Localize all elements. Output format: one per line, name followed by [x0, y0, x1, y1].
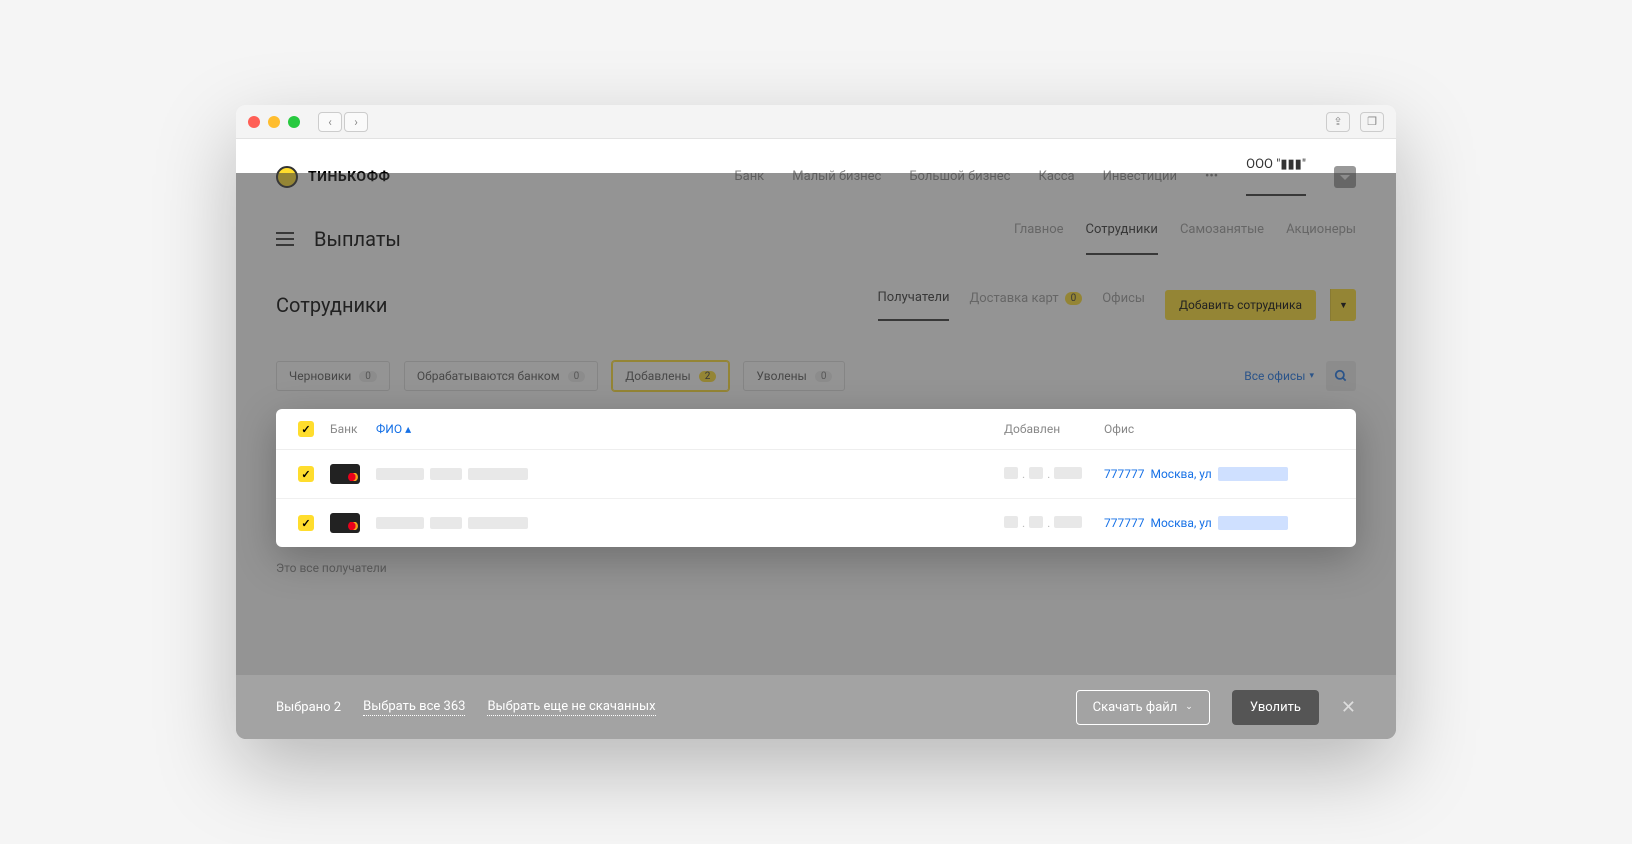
sub-tabs: Получатели Доставка карт 0 Офисы Добавит…: [878, 289, 1356, 321]
delivery-badge: 0: [1065, 292, 1083, 305]
filter-row: Черновики 0 Обрабатываются банком 0 Доба…: [236, 321, 1396, 409]
search-button[interactable]: [1326, 361, 1356, 391]
tabs-icon[interactable]: ❐: [1360, 112, 1384, 132]
select-all-checkbox[interactable]: ✓: [298, 421, 314, 437]
nav-kassa[interactable]: Касса: [1038, 169, 1074, 184]
bulk-action-bar: Выбрано 2 Выбрать все 363 Выбрать еще не…: [236, 675, 1396, 739]
chip-processing[interactable]: Обрабатываются банком 0: [404, 361, 598, 391]
nav-big-biz[interactable]: Большой бизнес: [909, 169, 1010, 184]
table-row[interactable]: ✓ .. 777777 Москва, ул: [276, 450, 1356, 499]
tab-offices[interactable]: Офисы: [1102, 291, 1145, 320]
subnav-selfemployed[interactable]: Самозанятые: [1180, 222, 1264, 255]
nav-more[interactable]: •••: [1205, 169, 1218, 184]
sort-asc-icon: ▴: [405, 422, 411, 436]
table-row[interactable]: ✓ .. 777777 Москва, ул: [276, 499, 1356, 547]
brand-name: ТИНЬКОФФ: [308, 169, 390, 185]
close-window-icon[interactable]: [248, 116, 260, 128]
select-not-downloaded-link[interactable]: Выбрать еще не скачанных: [487, 699, 655, 716]
nav-small-biz[interactable]: Малый бизнес: [792, 169, 881, 184]
minimize-window-icon[interactable]: [268, 116, 280, 128]
add-employee-button[interactable]: Добавить сотрудника: [1165, 290, 1316, 320]
close-icon[interactable]: ✕: [1341, 697, 1356, 718]
traffic-lights: [248, 116, 300, 128]
card-icon: [330, 464, 360, 484]
end-of-list: Это все получатели: [236, 547, 1396, 589]
employees-table: ✓ Банк ФИО ▴ Добавлен Офис ✓ ..: [276, 409, 1356, 547]
profile-avatar[interactable]: [1334, 166, 1356, 188]
add-employee-dropdown[interactable]: ▼: [1330, 289, 1356, 321]
cell-name: [376, 517, 1004, 529]
chip-fired[interactable]: Уволены 0: [743, 361, 845, 391]
nav-invest[interactable]: Инвестиции: [1103, 169, 1177, 184]
table-header: ✓ Банк ФИО ▴ Добавлен Офис: [276, 409, 1356, 450]
office-filter-dropdown[interactable]: Все офисы ▾: [1244, 369, 1314, 383]
selected-count: Выбрано 2: [276, 700, 341, 715]
cell-office[interactable]: 777777 Москва, ул: [1104, 467, 1334, 481]
card-icon: [330, 513, 360, 533]
sub-nav: Главное Сотрудники Самозанятые Акционеры: [1014, 222, 1356, 255]
col-added[interactable]: Добавлен: [1004, 422, 1104, 436]
col-office[interactable]: Офис: [1104, 422, 1334, 436]
company-selector[interactable]: ООО "▮▮▮": [1246, 157, 1306, 196]
sub-header: Сотрудники Получатели Доставка карт 0 Оф…: [236, 267, 1396, 321]
download-file-button[interactable]: Скачать файл ⌄: [1076, 690, 1210, 725]
browser-window: ‹ › ⇪ ❐ ТИНЬКОФФ Банк Малый бизнес Больш…: [236, 105, 1396, 739]
page-content: ТИНЬКОФФ Банк Малый бизнес Большой бизне…: [236, 139, 1396, 739]
tab-recipients[interactable]: Получатели: [878, 290, 950, 321]
nav-back-button[interactable]: ‹: [318, 112, 342, 132]
select-all-link[interactable]: Выбрать все 363: [363, 699, 465, 716]
row-checkbox[interactable]: ✓: [298, 515, 314, 531]
maximize-window-icon[interactable]: [288, 116, 300, 128]
subnav-main[interactable]: Главное: [1014, 222, 1064, 255]
top-nav: ТИНЬКОФФ Банк Малый бизнес Большой бизне…: [236, 139, 1396, 210]
logo-icon: [276, 166, 298, 188]
cell-added: ..: [1004, 516, 1104, 530]
chevron-down-icon: ▾: [1309, 371, 1314, 381]
chevron-down-icon: ⌄: [1185, 702, 1193, 712]
nav-bank[interactable]: Банк: [734, 169, 764, 184]
chip-added[interactable]: Добавлены 2: [612, 361, 729, 391]
tab-delivery[interactable]: Доставка карт 0: [969, 291, 1082, 320]
chip-drafts[interactable]: Черновики 0: [276, 361, 390, 391]
cell-added: ..: [1004, 467, 1104, 481]
nav-forward-button[interactable]: ›: [344, 112, 368, 132]
browser-chrome: ‹ › ⇪ ❐: [236, 105, 1396, 139]
brand-logo[interactable]: ТИНЬКОФФ: [276, 166, 390, 188]
cell-name: [376, 468, 1004, 480]
share-icon[interactable]: ⇪: [1326, 112, 1350, 132]
cell-office[interactable]: 777777 Москва, ул: [1104, 516, 1334, 530]
fire-button[interactable]: Уволить: [1232, 690, 1319, 725]
menu-icon[interactable]: [276, 232, 294, 246]
col-name[interactable]: ФИО ▴: [376, 422, 1004, 436]
subnav-employees[interactable]: Сотрудники: [1086, 222, 1158, 255]
row-checkbox[interactable]: ✓: [298, 466, 314, 482]
page-title: Выплаты: [314, 227, 401, 251]
section-header: Выплаты Главное Сотрудники Самозанятые А…: [236, 210, 1396, 267]
subnav-shareholders[interactable]: Акционеры: [1286, 222, 1356, 255]
col-bank[interactable]: Банк: [330, 422, 376, 436]
sub-title: Сотрудники: [276, 293, 387, 317]
